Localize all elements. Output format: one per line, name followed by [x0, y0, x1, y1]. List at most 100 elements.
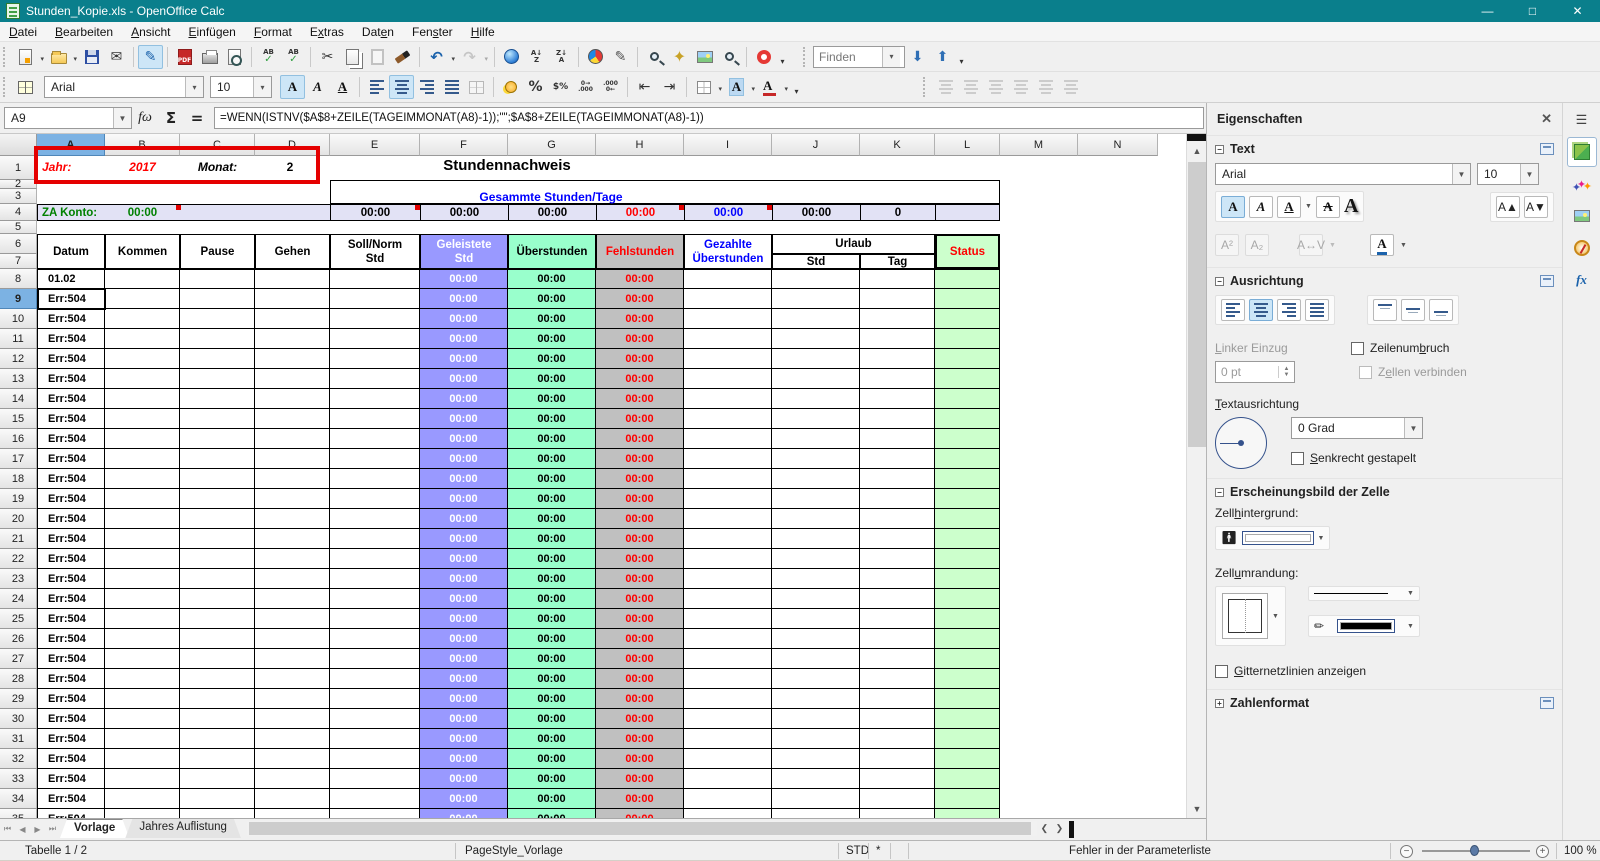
table-cell[interactable] [684, 709, 772, 729]
spreadsheet-grid[interactable]: A B C D E F G H I J K L M N 1 2 3 4 5 6 7 8 9 10 11 12 13 14 15 16 17 1… [0, 134, 1186, 818]
table-cell[interactable] [180, 569, 255, 589]
undo-button[interactable]: ↶ ▾ [424, 45, 455, 69]
table-cell[interactable] [255, 269, 330, 289]
sidebar-tab-gallery[interactable] [1567, 201, 1597, 231]
zahlenformat-dialog-launcher-icon[interactable] [1540, 697, 1554, 709]
cell-a14[interactable]: Err:504 [37, 389, 105, 409]
sidebar-tab-navigator[interactable] [1567, 233, 1597, 263]
find-replace-button[interactable] [642, 45, 667, 69]
paste-button[interactable] [365, 45, 390, 69]
table-cell[interactable] [772, 569, 860, 589]
next-sheet-icon[interactable]: ▶ [30, 821, 45, 837]
row-header-28[interactable]: 28 [0, 669, 37, 689]
table-cell[interactable] [330, 469, 420, 489]
table-cell[interactable]: 00:00 [420, 769, 508, 789]
table-cell[interactable] [180, 769, 255, 789]
table-cell[interactable] [180, 409, 255, 429]
number-format-standard-button[interactable]: $% [548, 75, 573, 99]
table-cell[interactable] [180, 509, 255, 529]
row-header-5[interactable]: 5 [0, 221, 37, 234]
table-cell[interactable] [772, 809, 860, 818]
table-cell[interactable]: 00:00 [596, 569, 684, 589]
zoom-out-icon[interactable]: − [1400, 841, 1413, 861]
table-cell[interactable]: 00:00 [508, 529, 596, 549]
table-cell[interactable]: 00:00 [508, 709, 596, 729]
table-cell[interactable] [935, 709, 1000, 729]
table-cell[interactable] [330, 609, 420, 629]
row-header-25[interactable]: 25 [0, 609, 37, 629]
table-cell[interactable] [255, 749, 330, 769]
table-cell[interactable]: 00:00 [596, 489, 684, 509]
table-cell[interactable] [772, 469, 860, 489]
table-cell[interactable]: 00:00 [508, 549, 596, 569]
table-cell[interactable] [860, 589, 935, 609]
previous-sheet-icon[interactable]: ◀ [15, 821, 30, 837]
table-cell[interactable] [772, 409, 860, 429]
table-cell[interactable] [684, 309, 772, 329]
vertical-split-handle[interactable] [1187, 134, 1207, 141]
align-center-button[interactable] [389, 75, 414, 99]
gesamt-j-value[interactable]: 00:00 [772, 204, 860, 221]
sidebar-align-bottom-button[interactable] [1429, 299, 1453, 321]
cell-a16[interactable]: Err:504 [37, 429, 105, 449]
table-cell[interactable] [772, 749, 860, 769]
table-cell[interactable]: 00:00 [420, 349, 508, 369]
line-color-combo[interactable]: ✏︎ ▼ [1307, 615, 1420, 637]
table-cell[interactable] [935, 429, 1000, 449]
line-style-combo[interactable]: ▼ [1307, 586, 1420, 601]
table-cell[interactable] [684, 769, 772, 789]
cell-a31[interactable]: Err:504 [37, 729, 105, 749]
table-cell[interactable]: 00:00 [420, 309, 508, 329]
selection-mode-status[interactable]: STD [846, 841, 869, 861]
toolbar-overflow-icon[interactable]: ▾ [955, 46, 968, 68]
table-cell[interactable] [105, 729, 180, 749]
table-cell[interactable]: 00:00 [508, 469, 596, 489]
sidebar-align-left-button[interactable] [1221, 299, 1245, 321]
table-cell[interactable]: 00:00 [420, 809, 508, 818]
shadow-button[interactable]: A [1344, 195, 1358, 218]
table-cell[interactable] [330, 429, 420, 449]
table-cell[interactable] [105, 609, 180, 629]
collapse-icon[interactable]: − [1215, 144, 1224, 154]
table-cell[interactable]: 00:00 [420, 709, 508, 729]
table-cell[interactable] [180, 529, 255, 549]
table-cell[interactable]: 00:00 [420, 589, 508, 609]
table-cell[interactable] [772, 729, 860, 749]
center-horizontal-obj-button[interactable] [958, 75, 983, 99]
open-button[interactable]: ▾ [46, 45, 77, 69]
cell-background-button[interactable]: 🚹︎ ▼ [1215, 526, 1331, 550]
table-cell[interactable]: 00:00 [508, 609, 596, 629]
cut-button[interactable]: ✂ [315, 45, 340, 69]
sidebar-align-justify-button[interactable] [1305, 299, 1329, 321]
table-cell[interactable] [105, 549, 180, 569]
table-cell[interactable] [935, 509, 1000, 529]
gesamt-f-value[interactable]: 00:00 [420, 204, 508, 221]
table-cell[interactable] [860, 729, 935, 749]
table-cell[interactable] [860, 669, 935, 689]
delete-decimal-place-button[interactable]: .000 0← [598, 75, 623, 99]
borders-button[interactable]: ▾ [691, 75, 722, 99]
table-cell[interactable] [255, 789, 330, 809]
row-header-2[interactable]: 2 [0, 178, 37, 190]
table-cell[interactable] [935, 549, 1000, 569]
table-cell[interactable] [255, 409, 330, 429]
insert-chart-button[interactable] [583, 45, 608, 69]
table-cell[interactable]: 00:00 [508, 809, 596, 818]
row-header-17[interactable]: 17 [0, 449, 37, 469]
table-cell[interactable]: 00:00 [596, 449, 684, 469]
table-cell[interactable] [255, 389, 330, 409]
table-cell[interactable] [255, 349, 330, 369]
column-header-M[interactable]: M [1000, 134, 1078, 156]
row-header-30[interactable]: 30 [0, 709, 37, 729]
table-cell[interactable] [772, 429, 860, 449]
row-header-14[interactable]: 14 [0, 389, 37, 409]
cell-a32[interactable]: Err:504 [37, 749, 105, 769]
cell-a26[interactable]: Err:504 [37, 629, 105, 649]
table-cell[interactable]: 00:00 [596, 429, 684, 449]
sum-icon[interactable]: Σ [158, 109, 184, 127]
table-cell[interactable] [105, 689, 180, 709]
scroll-up-icon[interactable]: ▲ [1187, 142, 1207, 159]
table-cell[interactable] [935, 729, 1000, 749]
text-rotation-dial[interactable] [1215, 417, 1267, 469]
column-header-F[interactable]: F [420, 134, 508, 156]
